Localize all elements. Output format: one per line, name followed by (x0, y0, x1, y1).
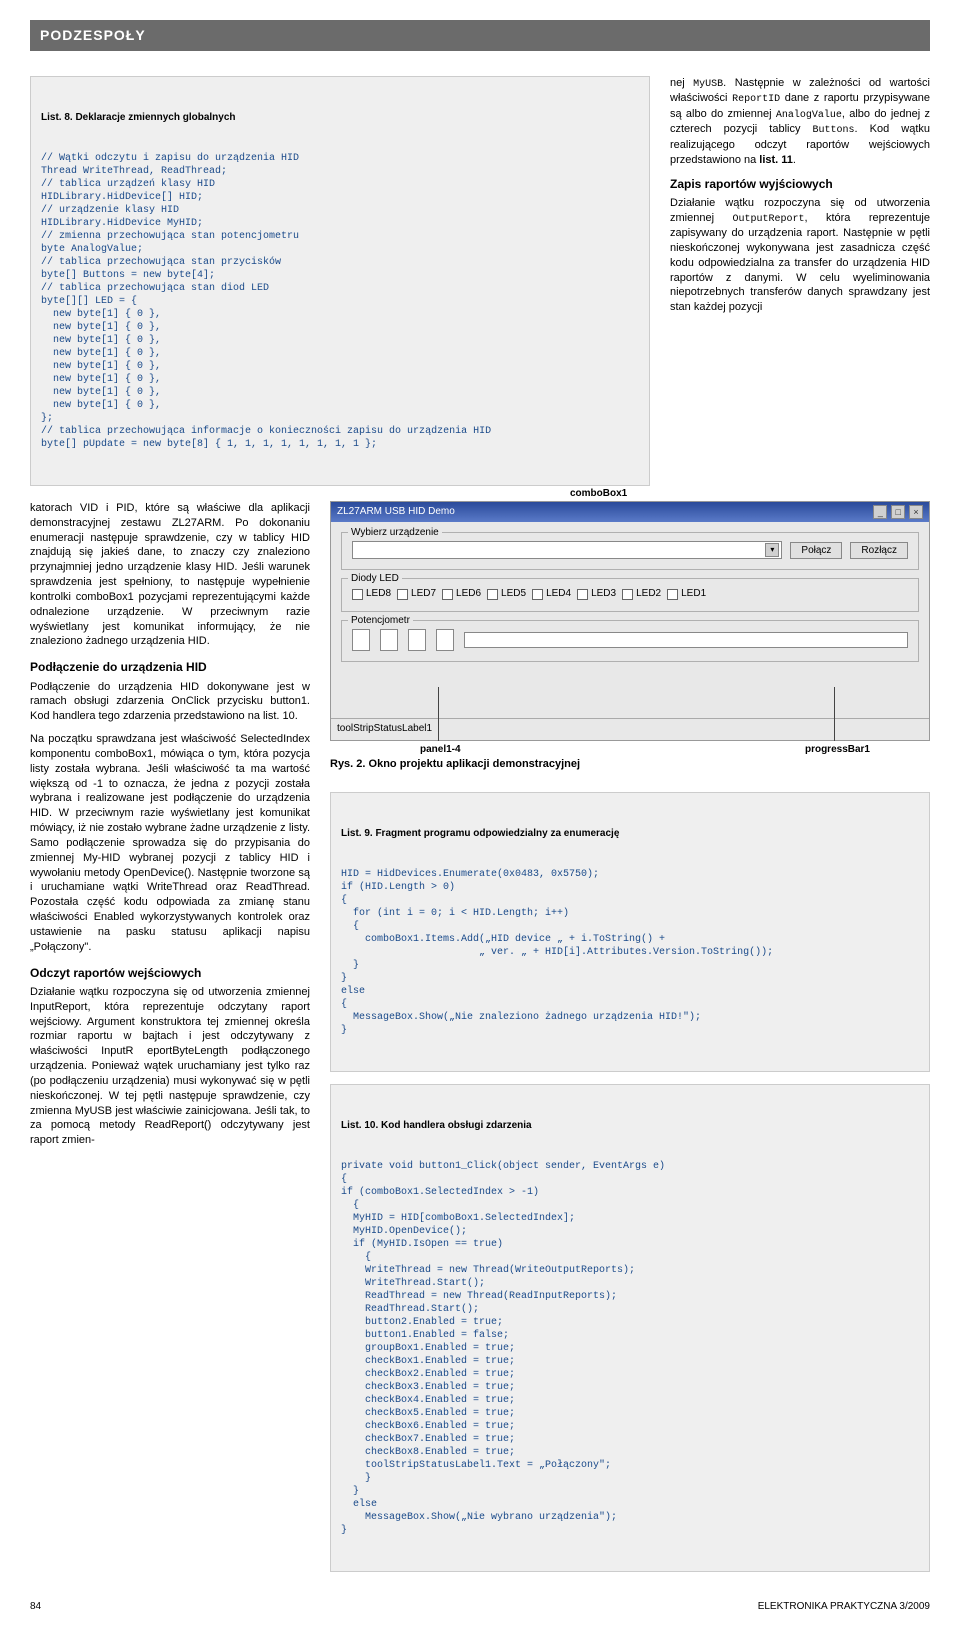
led7-checkbox[interactable]: LED7 (397, 587, 436, 601)
led2-checkbox[interactable]: LED2 (622, 587, 661, 601)
window-controls: _ □ × (872, 505, 923, 520)
listing-9: List. 9. Fragment programu odpowiedzialn… (330, 792, 930, 1072)
listing-8-title: List. 8. Deklaracje zmiennych globalnych (41, 111, 639, 124)
listing-10: List. 10. Kod handlera obsługi zdarzenia… (330, 1084, 930, 1572)
group-leds-legend: Diody LED (348, 572, 402, 586)
panel1 (352, 629, 370, 651)
panel3 (408, 629, 426, 651)
left-sub1: Podłączenie do urządzenia HID (30, 659, 310, 675)
right-column: comboBox1 ZL27ARM USB HID Demo _ □ × Wyb… (330, 501, 930, 1572)
fig2-caption: Rys. 2. Okno projektu aplikacji demonstr… (330, 757, 930, 772)
led5-checkbox[interactable]: LED5 (487, 587, 526, 601)
callout-line-prog (834, 687, 835, 741)
led-row: LED8 LED7 LED6 LED5 LED4 LED3 LED2 LED1 (352, 587, 908, 601)
side-p2: Działanie wątku rozpoczyna się od utworz… (670, 196, 930, 315)
left-p2: Podłączenie do urządzenia HID dokonywane… (30, 680, 310, 725)
listing-10-title: List. 10. Kod handlera obsługi zdarzenia (341, 1119, 919, 1132)
left-sub2: Odczyt raportów wejściowych (30, 965, 310, 981)
minimize-icon[interactable]: _ (873, 505, 887, 519)
callout-progress: progressBar1 (805, 743, 870, 757)
group-leds: Diody LED LED8 LED7 LED6 LED5 LED4 LED3 … (341, 578, 919, 612)
maximize-icon[interactable]: □ (891, 505, 905, 519)
listing-9-title: List. 9. Fragment programu odpowiedzialn… (341, 827, 919, 840)
left-p1: katorach VID i PID, które są właściwe dl… (30, 501, 310, 649)
panel2 (380, 629, 398, 651)
led8-checkbox[interactable]: LED8 (352, 587, 391, 601)
listing-8-code: // Wątki odczytu i zapisu do urządzenia … (41, 152, 639, 451)
left-p4: Działanie wątku rozpoczyna się od utworz… (30, 985, 310, 1148)
top-section: List. 8. Deklaracje zmiennych globalnych… (30, 76, 930, 486)
side-p1: nej MyUSB. Następnie w zależności od war… (670, 76, 930, 168)
side-column: nej MyUSB. Następnie w zależności od war… (670, 76, 930, 486)
app-titlebar: ZL27ARM USB HID Demo _ □ × (331, 502, 929, 523)
callout-line-panel (438, 687, 439, 741)
app-window: ZL27ARM USB HID Demo _ □ × Wybierz urząd… (330, 501, 930, 741)
side-subhead: Zapis raportów wyjściowych (670, 176, 930, 192)
app-title: ZL27ARM USB HID Demo (337, 505, 455, 519)
app-body: Wybierz urządzenie ▾ Połącz Rozłącz Diod… (331, 522, 929, 738)
panel4 (436, 629, 454, 651)
callout-combobox: comboBox1 (570, 487, 627, 501)
main-columns: katorach VID i PID, które są właściwe dl… (30, 501, 930, 1572)
combobox1[interactable]: ▾ (352, 541, 782, 559)
led6-checkbox[interactable]: LED6 (442, 587, 481, 601)
group-device-legend: Wybierz urządzenie (348, 526, 442, 540)
chevron-down-icon[interactable]: ▾ (765, 543, 779, 557)
callout-panel: panel1-4 (420, 743, 461, 757)
led3-checkbox[interactable]: LED3 (577, 587, 616, 601)
section-header: PODZESPOŁY (30, 20, 930, 51)
publication-info: ELEKTRONIKA PRAKTYCZNA 3/2009 (758, 1600, 930, 1614)
listing-10-code: private void button1_Click(object sender… (341, 1160, 919, 1537)
disconnect-button[interactable]: Rozłącz (850, 542, 908, 559)
listing-8: List. 8. Deklaracje zmiennych globalnych… (30, 76, 650, 486)
connect-button[interactable]: Połącz (790, 542, 842, 559)
led4-checkbox[interactable]: LED4 (532, 587, 571, 601)
page-number: 84 (30, 1600, 41, 1614)
page-footer: 84 ELEKTRONIKA PRAKTYCZNA 3/2009 (30, 1592, 930, 1614)
left-column: katorach VID i PID, które są właściwe dl… (30, 501, 310, 1572)
close-icon[interactable]: × (909, 505, 923, 519)
group-device: Wybierz urządzenie ▾ Połącz Rozłącz (341, 532, 919, 570)
left-p3: Na początku sprawdzana jest właściwość S… (30, 732, 310, 955)
led1-checkbox[interactable]: LED1 (667, 587, 706, 601)
group-pot-legend: Potencjometr (348, 614, 413, 628)
status-bar: toolStripStatusLabel1 (331, 718, 929, 739)
progressbar1 (464, 632, 908, 648)
listing-9-code: HID = HidDevices.Enumerate(0x0483, 0x575… (341, 868, 919, 1037)
group-pot: Potencjometr (341, 620, 919, 662)
